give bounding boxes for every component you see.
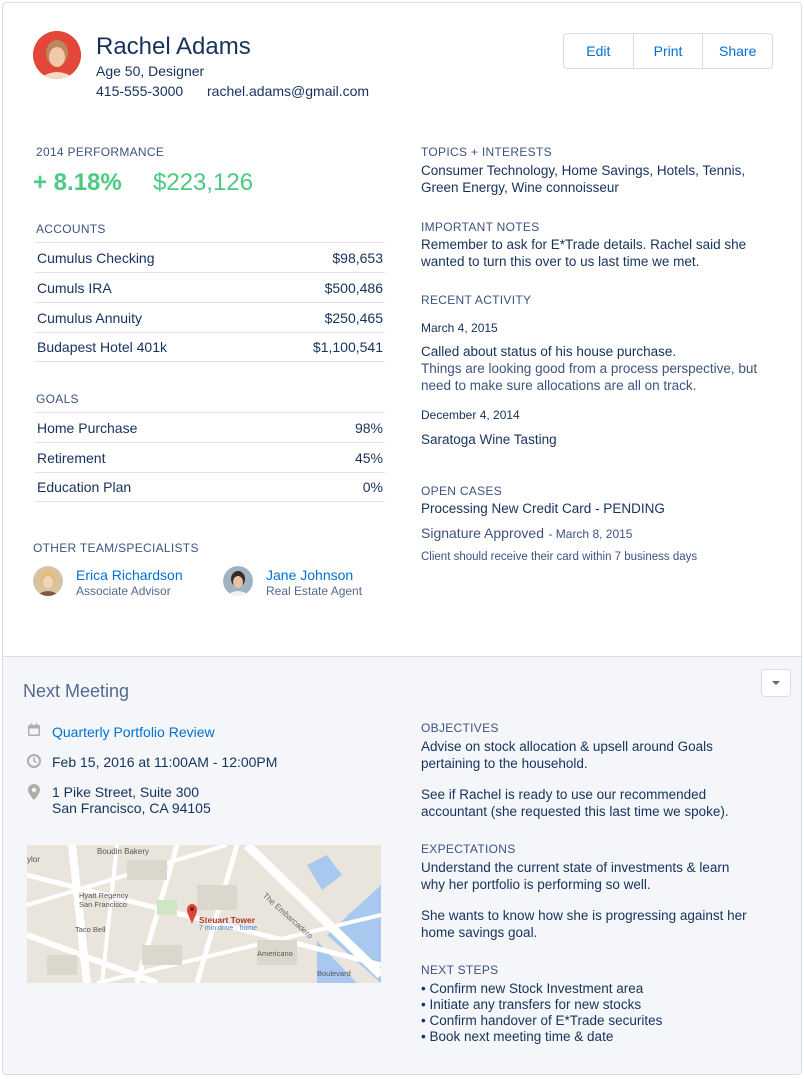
- topics-label: TOPICS + INTERESTS: [421, 145, 552, 159]
- meeting-address-line1: 1 Pike Street, Suite 300: [52, 784, 200, 800]
- team-member-role: Associate Advisor: [76, 584, 171, 598]
- map-label: Americano: [257, 949, 293, 958]
- goal-value: 98%: [354, 419, 383, 436]
- goal-name: Home Purchase: [37, 419, 138, 436]
- case-status-date: - March 8, 2015: [548, 527, 633, 541]
- profile-avatar: [33, 31, 81, 79]
- meeting-menu-button[interactable]: [761, 669, 791, 697]
- accounts-label: ACCOUNTS: [36, 222, 106, 236]
- account-row[interactable]: Cumulus Annuity $250,465: [35, 302, 385, 332]
- profile-phone[interactable]: 415-555-3000: [96, 83, 183, 99]
- account-value: $250,465: [324, 309, 383, 326]
- team-member-avatar: [223, 566, 253, 596]
- client-profile-card: Rachel Adams Age 50, Designer 415-555-30…: [2, 2, 802, 1075]
- expectations-text-2: She wants to know how she is progressing…: [421, 908, 747, 940]
- action-button-group: Edit Print Share: [563, 33, 773, 69]
- map-drive-time: 7 min drive · home: [199, 925, 257, 932]
- account-name: Cumulus Checking: [37, 249, 155, 266]
- goal-row[interactable]: Retirement 45%: [35, 442, 385, 472]
- account-value: $1,100,541: [312, 339, 383, 355]
- map-label: Hyatt Regency: [79, 891, 129, 900]
- case-status-line: Signature Approved - March 8, 2015: [421, 525, 632, 543]
- next-steps-list: • Confirm new Stock Investment area • In…: [421, 981, 761, 1045]
- profile-name: Rachel Adams: [96, 33, 251, 60]
- goal-value: 0%: [362, 479, 383, 495]
- team-member-name[interactable]: Erica Richardson: [76, 567, 183, 583]
- activity-date: March 4, 2015: [421, 321, 498, 335]
- account-name: Budapest Hotel 401k: [37, 339, 167, 355]
- expectations-label: EXPECTATIONS: [421, 842, 516, 856]
- performance-amount: $223,126: [153, 169, 254, 196]
- activity-date: December 4, 2014: [421, 408, 520, 422]
- activity-label: RECENT ACTIVITY: [421, 293, 532, 307]
- chevron-down-icon: [772, 681, 780, 685]
- meeting-location-map[interactable]: Boudin Bakery ylor Hyatt Regency San Fra…: [27, 845, 381, 983]
- next-meeting-heading: Next Meeting: [23, 681, 130, 701]
- account-value: $98,653: [332, 249, 383, 266]
- account-value: $500,486: [324, 279, 383, 296]
- account-row[interactable]: Budapest Hotel 401k $1,100,541: [35, 332, 385, 362]
- map-label: Boulevard: [317, 969, 351, 978]
- profile-age-title: Age 50, Designer: [96, 63, 205, 79]
- case-detail: Client should receive their card within …: [421, 551, 698, 563]
- map-place-name: Steuart Tower: [199, 915, 256, 925]
- goal-name: Retirement: [37, 449, 106, 466]
- goals-label: GOALS: [36, 392, 79, 406]
- expectations-text-1: Understand the current state of investme…: [421, 860, 730, 892]
- case-title[interactable]: Processing New Credit Card - PENDING: [421, 501, 771, 518]
- team-member-name[interactable]: Jane Johnson: [266, 567, 353, 583]
- map-label: San Francisco: [79, 900, 127, 909]
- objectives-text-2: See if Rachel is ready to use our recomm…: [421, 787, 729, 819]
- account-row[interactable]: Cumulus Checking $98,653: [35, 242, 385, 272]
- next-steps-label: NEXT STEPS: [421, 963, 499, 977]
- next-step-item: • Confirm new Stock Investment area: [421, 981, 644, 996]
- activity-title[interactable]: Saratoga Wine Tasting: [421, 432, 761, 449]
- edit-button[interactable]: Edit: [564, 34, 634, 68]
- meeting-datetime: Feb 15, 2016 at 11:00AM - 12:00PM: [52, 754, 278, 770]
- activity-title[interactable]: Called about status of his house purchas…: [421, 344, 761, 361]
- cases-label: OPEN CASES: [421, 484, 503, 498]
- topics-text: Consumer Technology, Home Savings, Hotel…: [421, 163, 746, 195]
- location-pin-icon: [28, 784, 40, 800]
- calendar-icon: [28, 723, 40, 736]
- objectives-text-1: Advise on stock allocation & upsell arou…: [421, 739, 713, 771]
- map-graphic: [27, 845, 381, 983]
- case-status: Signature Approved: [421, 525, 544, 541]
- team-member-role: Real Estate Agent: [266, 584, 363, 598]
- goal-row[interactable]: Home Purchase 98%: [35, 412, 385, 442]
- account-row[interactable]: Cumuls IRA $500,486: [35, 272, 385, 302]
- map-label: ylor: [27, 855, 40, 864]
- performance-label: 2014 PERFORMANCE: [36, 145, 165, 159]
- notes-label: IMPORTANT NOTES: [421, 220, 540, 234]
- account-name: Cumulus Annuity: [37, 309, 143, 326]
- activity-detail: Things are looking good from a process p…: [421, 361, 758, 393]
- meeting-title-link[interactable]: Quarterly Portfolio Review: [52, 724, 215, 740]
- team-member-avatar: [33, 566, 63, 596]
- notes-text: Remember to ask for E*Trade details. Rac…: [421, 237, 747, 269]
- map-label: Boudin Bakery: [97, 847, 150, 856]
- objectives-label: OBJECTIVES: [421, 721, 499, 735]
- goal-name: Education Plan: [37, 479, 132, 495]
- account-name: Cumuls IRA: [37, 279, 112, 296]
- team-label: OTHER TEAM/SPECIALISTS: [33, 541, 199, 555]
- clock-icon: [27, 754, 41, 768]
- map-label: Taco Bell: [75, 925, 106, 934]
- print-button[interactable]: Print: [634, 34, 704, 68]
- goal-row[interactable]: Education Plan 0%: [35, 472, 385, 502]
- performance-percent: + 8.18%: [33, 169, 122, 196]
- goal-value: 45%: [354, 449, 383, 466]
- next-step-item: • Confirm handover of E*Trade securites: [421, 1013, 663, 1028]
- share-button[interactable]: Share: [703, 34, 772, 68]
- profile-email[interactable]: rachel.adams@gmail.com: [207, 83, 369, 99]
- next-step-item: • Initiate any transfers for new stocks: [421, 997, 642, 1012]
- meeting-address-line2: San Francisco, CA 94105: [52, 800, 211, 816]
- next-step-item: • Book next meeting time & date: [421, 1029, 614, 1044]
- next-meeting-section: Next Meeting Quarterly Portfolio Review …: [3, 656, 801, 1074]
